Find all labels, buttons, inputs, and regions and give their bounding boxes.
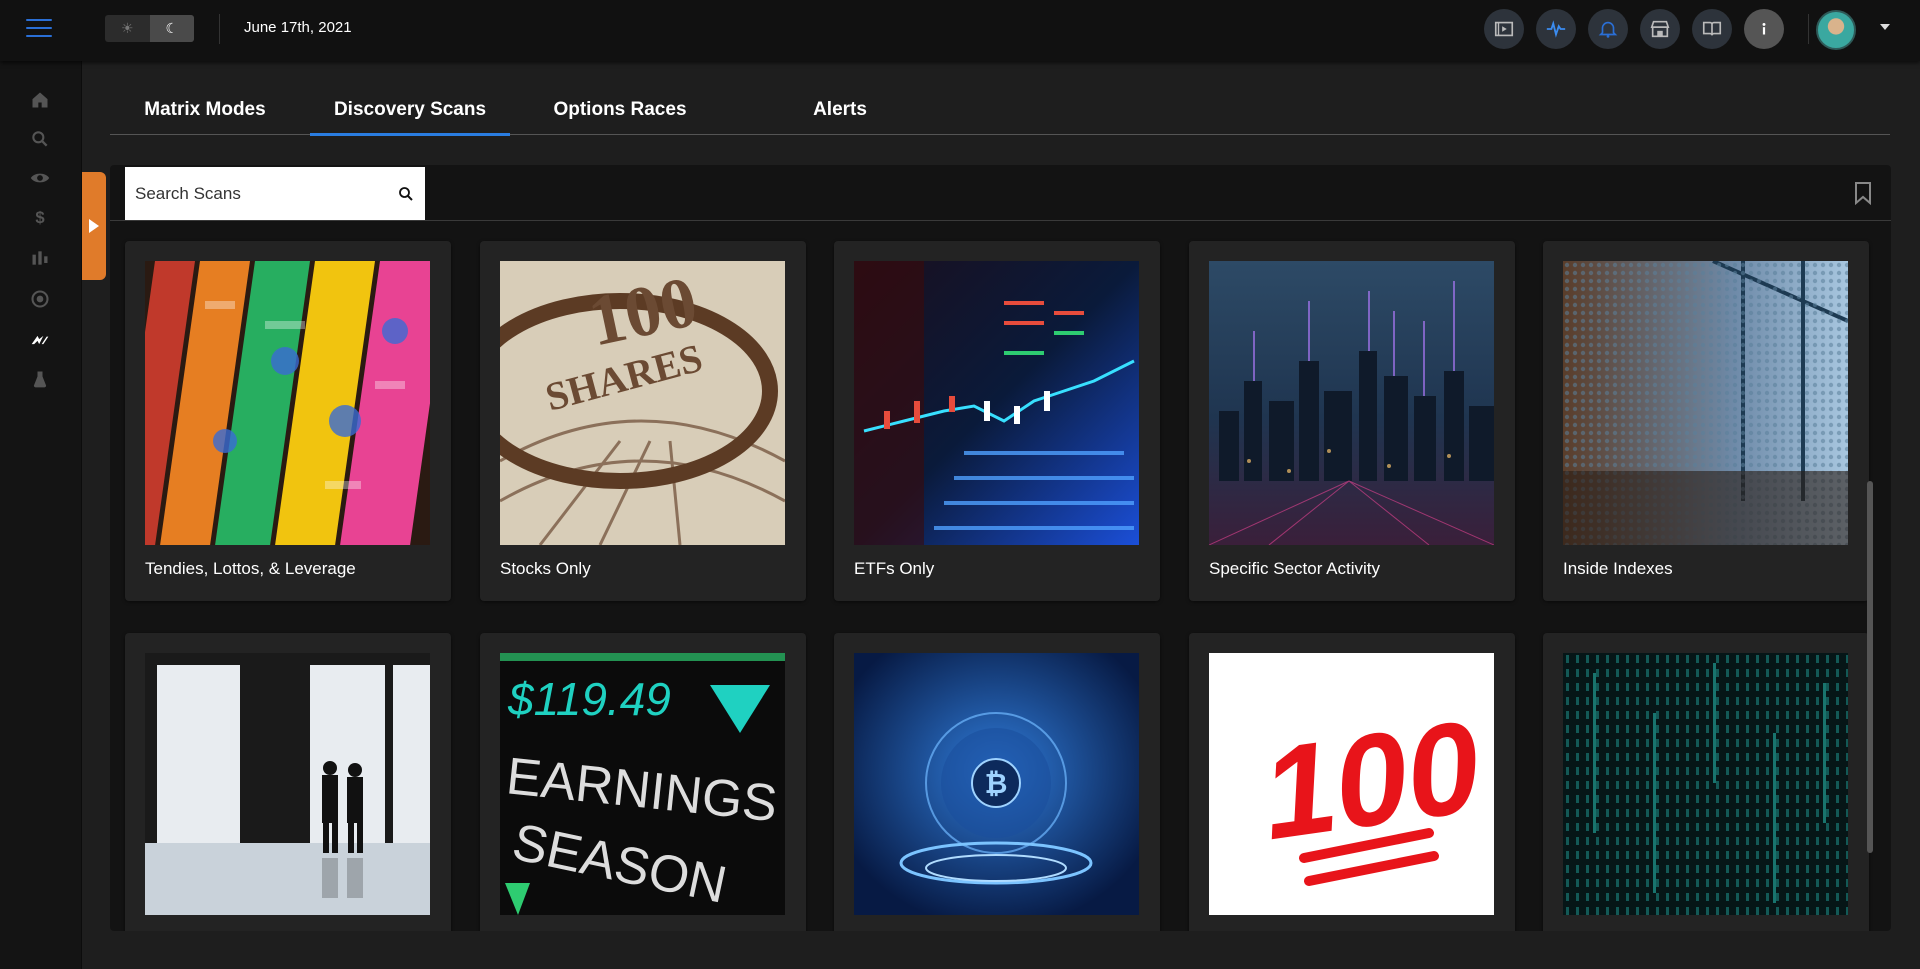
activity-pulse-icon[interactable] (1536, 9, 1576, 49)
sidebar: $ (0, 61, 82, 969)
scan-card[interactable]: 100 SHARES Stocks Only (480, 241, 806, 601)
top-bar: ☀ ☾ June 17th, 2021 (0, 0, 1920, 61)
drawer-toggle-button[interactable] (82, 172, 106, 280)
scan-card[interactable]: ETFs Only (834, 241, 1160, 601)
current-date: June 17th, 2021 (244, 19, 352, 36)
lottery-tickets-image (145, 261, 430, 545)
panel-header (110, 165, 1891, 221)
avatar[interactable] (1816, 10, 1856, 50)
search-icon[interactable] (29, 128, 51, 150)
home-icon[interactable] (29, 89, 51, 111)
menu-icon[interactable] (26, 19, 52, 37)
scrollbar[interactable] (1867, 481, 1873, 853)
scan-card[interactable] (1543, 633, 1869, 931)
scan-card[interactable]: $119.49 EARNINGS SEASON (480, 633, 806, 931)
theme-toggle[interactable]: ☀ ☾ (105, 15, 194, 42)
tab-discovery-scans[interactable]: Discovery Scans (310, 85, 510, 136)
city-skyline-image (1209, 261, 1494, 545)
scan-card[interactable] (125, 633, 451, 931)
target-icon[interactable] (29, 288, 51, 310)
chevron-down-icon[interactable] (1880, 24, 1890, 30)
sun-icon[interactable]: ☀ (105, 15, 150, 42)
bitcoin-hologram-image: ₿ (854, 653, 1139, 915)
divider (1808, 14, 1809, 44)
earnings-season-image: $119.49 EARNINGS SEASON (500, 653, 785, 915)
scan-card[interactable]: ₿ (834, 633, 1160, 931)
scan-card[interactable]: 100 (1189, 633, 1515, 931)
scan-card[interactable]: Specific Sector Activity (1189, 241, 1515, 601)
eye-icon[interactable] (29, 167, 51, 189)
card-title: Tendies, Lottos, & Leverage (145, 559, 356, 578)
silhouettes-window-image (145, 653, 430, 915)
stock-ticker-image (854, 261, 1139, 545)
candles-icon[interactable] (29, 247, 51, 269)
matrix-code-image (1563, 653, 1848, 915)
dollar-icon[interactable]: $ (29, 206, 51, 228)
search-input[interactable] (135, 183, 397, 204)
hundred-emoji-image: 100 (1209, 653, 1494, 915)
brand-logo-icon[interactable] (29, 329, 51, 351)
info-icon[interactable] (1744, 9, 1784, 49)
video-icon[interactable] (1484, 9, 1524, 49)
tab-matrix-modes[interactable]: Matrix Modes (110, 85, 300, 135)
card-title: Specific Sector Activity (1209, 559, 1381, 578)
divider (219, 14, 220, 44)
book-icon[interactable] (1692, 9, 1732, 49)
svg-text:$: $ (35, 208, 45, 227)
office-lobby-image (1563, 261, 1848, 545)
ticker-price-text: $119.49 (507, 673, 671, 725)
card-title: Inside Indexes (1563, 559, 1673, 578)
bell-icon[interactable] (1588, 9, 1628, 49)
scans-panel: Tendies, Lottos, & Leverage 100 SHARES S… (110, 165, 1891, 931)
store-icon[interactable] (1640, 9, 1680, 49)
flask-icon[interactable] (29, 368, 51, 390)
moon-icon[interactable]: ☾ (149, 15, 194, 42)
svg-text:₿: ₿ (985, 768, 1008, 799)
tab-options-races[interactable]: Options Races (520, 85, 720, 135)
search-icon[interactable] (397, 185, 415, 203)
card-title: Stocks Only (500, 559, 591, 578)
scan-card[interactable]: Tendies, Lottos, & Leverage (125, 241, 451, 601)
scan-card[interactable]: Inside Indexes (1543, 241, 1869, 601)
top-icon-group (1484, 9, 1784, 49)
card-title: ETFs Only (854, 559, 935, 578)
tab-alerts[interactable]: Alerts (790, 85, 890, 135)
tab-bar: Matrix Modes Discovery Scans Options Rac… (110, 85, 1890, 136)
search-box (125, 167, 425, 220)
bookmark-icon[interactable] (1853, 181, 1873, 205)
share-certificate-image: 100 SHARES (500, 261, 785, 545)
